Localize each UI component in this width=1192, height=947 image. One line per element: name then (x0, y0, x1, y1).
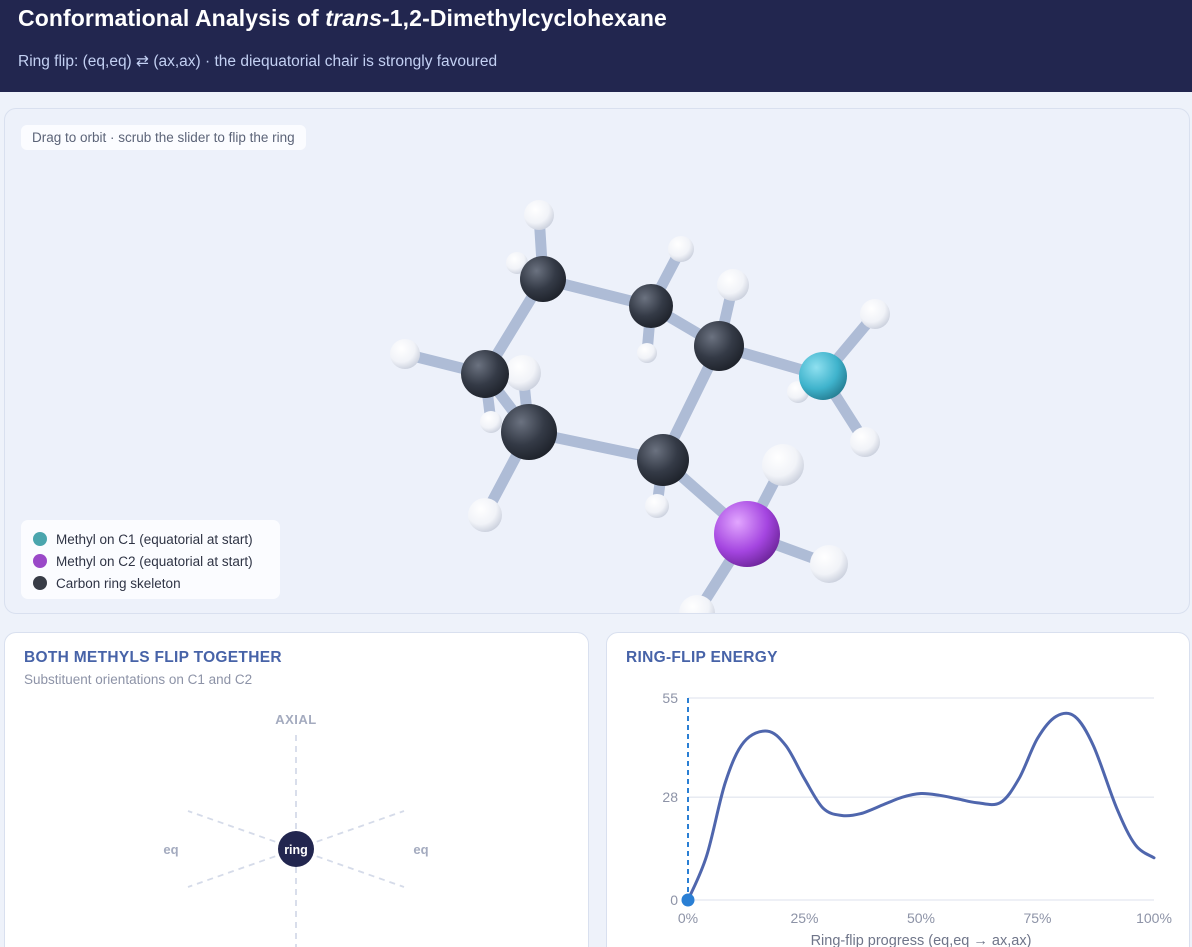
molecule-viewer[interactable]: Drag to orbit · scrub the slider to flip… (4, 108, 1190, 614)
x-tick-label: 75% (1023, 910, 1051, 926)
bond-group (399, 209, 881, 613)
legend-label: Methyl on C2 (equatorial at start) (56, 553, 253, 569)
energy-card: RING-FLIP ENERGY 0 28 55 0% 25% 50% 75% 100% Rin… (606, 632, 1190, 947)
hydrogen-atoms (390, 200, 890, 613)
x-tick-label: 0% (678, 910, 698, 926)
eq-left-label: eq (163, 842, 178, 857)
viewer-hint: Drag to orbit · scrub the slider to flip… (21, 125, 306, 150)
y-tick-label: 55 (662, 690, 678, 706)
energy-curve (686, 711, 1156, 902)
page-subtitle: Ring flip: (eq,eq) ⇄ (ax,ax) · the diequ… (18, 53, 498, 70)
energy-chart: 0 28 55 0% 25% 50% 75% 100% Ring-flip progress (… (662, 690, 1172, 947)
title-text: Conformational Analysis of (18, 5, 326, 31)
y-tick-label: 0 (670, 892, 678, 908)
title-italic-text: trans (325, 5, 383, 31)
y-tick-label: 28 (662, 789, 678, 805)
ring-center-label: ring (284, 843, 308, 857)
x-tick-label: 50% (907, 910, 935, 926)
legend-label: Carbon ring skeleton (56, 575, 181, 591)
legend-item-methyl-c2: Methyl on C2 (equatorial at start) (33, 550, 268, 572)
legend-item-methyl-c1: Methyl on C1 (equatorial at start) (33, 528, 268, 550)
x-tick-label: 25% (790, 910, 818, 926)
legend-swatch-methyl-c1 (33, 532, 47, 546)
orientation-card: BOTH METHYLS FLIP TOGETHER Substituent o… (4, 632, 589, 947)
legend-swatch-methyl-c2 (33, 554, 47, 568)
legend-item-carbon: Carbon ring skeleton (33, 572, 268, 594)
methyl-c2-atom (714, 501, 780, 567)
page-title: Conformational Analysis of trans-1,2-Dim… (18, 5, 667, 32)
legend: Methyl on C1 (equatorial at start) Methy… (21, 520, 280, 599)
progress-marker-dot (681, 893, 695, 907)
axial-label: AXIAL (275, 712, 317, 727)
orientation-diagram: AXIAL eq eq ring (163, 712, 429, 947)
title-text-end: -1,2-Dimethylcyclohexane (382, 5, 667, 31)
legend-label: Methyl on C1 (equatorial at start) (56, 531, 253, 547)
x-axis-label: Ring-flip progress (eq,eq → ax,ax) (811, 933, 1032, 947)
legend-swatch-carbon (33, 576, 47, 590)
x-tick-label: 100% (1136, 910, 1172, 926)
eq-right-label: eq (413, 842, 428, 857)
methyl-c1-atom (799, 352, 847, 400)
page-header: Conformational Analysis of trans-1,2-Dim… (0, 0, 1192, 92)
